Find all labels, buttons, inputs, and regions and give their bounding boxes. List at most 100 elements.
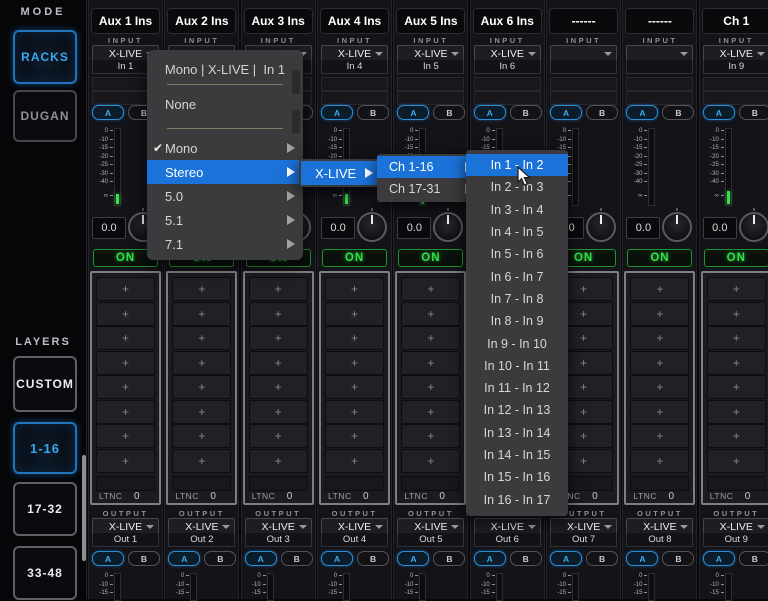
insert-slot-add[interactable]: + (707, 302, 766, 326)
output-channel-value[interactable]: Out 2 (168, 533, 235, 547)
output-a-button[interactable]: A (92, 551, 124, 566)
user-slot[interactable] (626, 77, 693, 91)
insert-slot-add[interactable]: + (249, 277, 308, 301)
insert-slot-add[interactable]: + (249, 449, 308, 473)
input-b-button[interactable]: B (739, 105, 768, 120)
insert-slot-add[interactable]: + (249, 351, 308, 375)
input-channel-value[interactable]: In 4 (321, 60, 388, 74)
output-a-button[interactable]: A (703, 551, 735, 566)
user-slot[interactable] (321, 77, 388, 91)
user-slot[interactable] (703, 91, 768, 105)
user-slot[interactable] (397, 77, 464, 91)
insert-slot-add[interactable]: + (630, 351, 689, 375)
insert-slot-add[interactable]: + (630, 400, 689, 424)
input-b-button[interactable]: B (662, 105, 694, 120)
insert-slot-add[interactable]: + (325, 351, 384, 375)
output-b-button[interactable]: B (739, 551, 768, 566)
input-a-button[interactable]: A (474, 105, 506, 120)
insert-slot-add[interactable]: + (249, 424, 308, 448)
output-a-button[interactable]: A (550, 551, 582, 566)
racks-button[interactable]: RACKS (13, 30, 77, 84)
insert-slot-add[interactable]: + (172, 277, 231, 301)
insert-slot-add[interactable]: + (96, 424, 155, 448)
input-a-button[interactable]: A (703, 105, 735, 120)
strip-header[interactable]: Aux 2 Ins (167, 8, 236, 34)
gain-knob[interactable] (357, 212, 387, 242)
insert-slot-add[interactable]: + (172, 375, 231, 399)
strip-header[interactable]: Ch 1 (702, 8, 768, 34)
insert-slot-add[interactable]: + (401, 326, 460, 350)
insert-slot-add[interactable]: + (249, 400, 308, 424)
insert-slot-add[interactable]: + (401, 424, 460, 448)
range-item-in8-in9[interactable]: In 8 - In 9 (466, 310, 568, 332)
insert-slot-add[interactable]: + (630, 375, 689, 399)
output-channel-value[interactable]: Out 7 (550, 533, 617, 547)
on-button[interactable]: ON (627, 249, 692, 267)
output-channel-value[interactable]: Out 9 (703, 533, 768, 547)
insert-slot-add[interactable]: + (249, 302, 308, 326)
output-b-button[interactable]: B (204, 551, 236, 566)
insert-slot-add[interactable]: + (707, 375, 766, 399)
insert-slot-add[interactable]: + (172, 400, 231, 424)
output-channel-value[interactable]: Out 1 (92, 533, 159, 547)
menu-item-5-1[interactable]: 5.1 (147, 208, 303, 232)
output-channel-value[interactable]: Out 6 (474, 533, 541, 547)
strip-header[interactable]: ------ (625, 8, 694, 34)
insert-slot-add[interactable]: + (325, 326, 384, 350)
output-a-button[interactable]: A (168, 551, 200, 566)
range-item-in12-in13[interactable]: In 12 - In 13 (466, 399, 568, 421)
input-b-button[interactable]: B (510, 105, 542, 120)
submenu-item-x-live[interactable]: X-LIVE (301, 161, 377, 185)
insert-slot-add[interactable]: + (630, 302, 689, 326)
insert-slot-add[interactable]: + (96, 302, 155, 326)
input-a-button[interactable]: A (92, 105, 124, 120)
output-a-button[interactable]: A (474, 551, 506, 566)
insert-slot-add[interactable]: + (96, 449, 155, 473)
insert-slot-add[interactable]: + (401, 375, 460, 399)
insert-slot-add[interactable]: + (707, 326, 766, 350)
input-channel-value[interactable] (626, 60, 693, 74)
insert-slot-add[interactable]: + (325, 302, 384, 326)
output-b-button[interactable]: B (510, 551, 542, 566)
layer-button-17-32[interactable]: 17-32 (13, 482, 77, 536)
output-b-button[interactable]: B (128, 551, 160, 566)
menu-item-none[interactable]: None (147, 91, 303, 117)
menu-scrollbar-thumb[interactable] (292, 110, 300, 133)
insert-slot-add[interactable]: + (172, 302, 231, 326)
dugan-button[interactable]: DUGAN (13, 90, 77, 142)
layer-button-custom[interactable]: CUSTOM (13, 356, 77, 412)
insert-slot-add[interactable]: + (707, 351, 766, 375)
range-item-in16-in17[interactable]: In 16 - In 17 (466, 489, 568, 511)
insert-slot-add[interactable]: + (172, 424, 231, 448)
insert-slot-add[interactable]: + (630, 326, 689, 350)
range-item-in13-in14[interactable]: In 13 - In 14 (466, 422, 568, 444)
user-slot[interactable] (550, 91, 617, 105)
insert-slot-add[interactable]: + (325, 424, 384, 448)
on-button[interactable]: ON (398, 249, 463, 267)
range-item-in9-in10[interactable]: In 9 - In 10 (466, 332, 568, 354)
output-channel-value[interactable]: Out 4 (321, 533, 388, 547)
insert-slot-add[interactable]: + (401, 449, 460, 473)
insert-slot-add[interactable]: + (707, 277, 766, 301)
strip-header[interactable]: Aux 3 Ins (244, 8, 313, 34)
menu-item-mono[interactable]: Mono✔ (147, 136, 303, 160)
user-slot[interactable] (703, 77, 768, 91)
user-slot[interactable] (474, 91, 541, 105)
strip-header[interactable]: Aux 1 Ins (91, 8, 160, 34)
insert-slot-add[interactable]: + (249, 326, 308, 350)
range-item-in7-in8[interactable]: In 7 - In 8 (466, 288, 568, 310)
range-item-in6-in7[interactable]: In 6 - In 7 (466, 266, 568, 288)
submenu-item-ch-1-16[interactable]: Ch 1-16 (377, 156, 478, 178)
strip-header[interactable]: Aux 6 Ins (473, 8, 542, 34)
insert-slot-add[interactable]: + (96, 351, 155, 375)
range-item-in4-in5[interactable]: In 4 - In 5 (466, 221, 568, 243)
insert-slot-add[interactable]: + (325, 400, 384, 424)
strip-header[interactable]: Aux 4 Ins (320, 8, 389, 34)
insert-slot-add[interactable]: + (96, 400, 155, 424)
layer-button-33-48[interactable]: 33-48 (13, 546, 77, 600)
menu-item-7-1[interactable]: 7.1 (147, 232, 303, 256)
strip-header[interactable]: Aux 5 Ins (396, 8, 465, 34)
input-b-button[interactable]: B (433, 105, 465, 120)
insert-slot-add[interactable]: + (707, 424, 766, 448)
output-b-button[interactable]: B (357, 551, 389, 566)
